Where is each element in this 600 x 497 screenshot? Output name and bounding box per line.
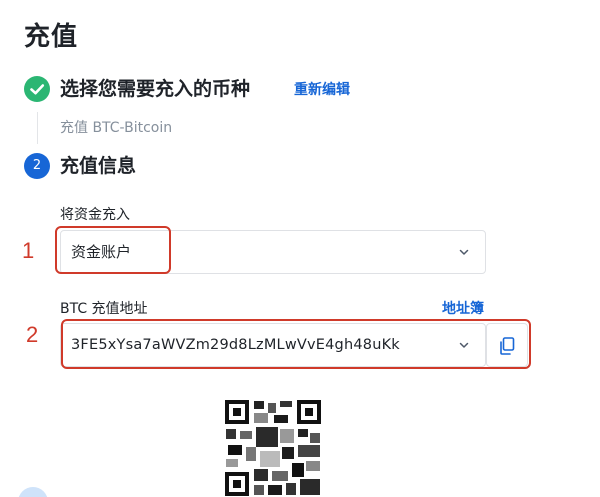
step1-title: 选择您需要充入的币种 [60,78,251,100]
step-completed-check-icon [24,76,50,102]
annotation-highlight-fund [55,226,171,274]
step-connector-line [37,112,38,144]
qr-code-icon [224,399,322,497]
page-title: 充值 [24,22,79,52]
annotation-highlight-address [61,319,531,369]
step2-title: 充值信息 [60,155,137,177]
selected-currency-summary: 充值 BTC-Bitcoin [60,120,173,136]
deposit-address-label: BTC 充值地址 [60,301,148,317]
re-edit-link[interactable]: 重新编辑 [294,80,350,100]
annotation-number-2: 2 [26,322,39,347]
fund-destination-label: 将资金充入 [60,207,130,223]
annotation-number-1: 1 [22,238,35,263]
step2-number-badge: 2 [24,153,50,179]
next-step-badge [18,487,48,497]
chevron-down-icon [459,249,469,255]
address-book-link[interactable]: 地址簿 [442,299,484,319]
deposit-page: 充值 选择您需要充入的币种 重新编辑 充值 BTC-Bitcoin 2 充值信息… [0,0,600,497]
